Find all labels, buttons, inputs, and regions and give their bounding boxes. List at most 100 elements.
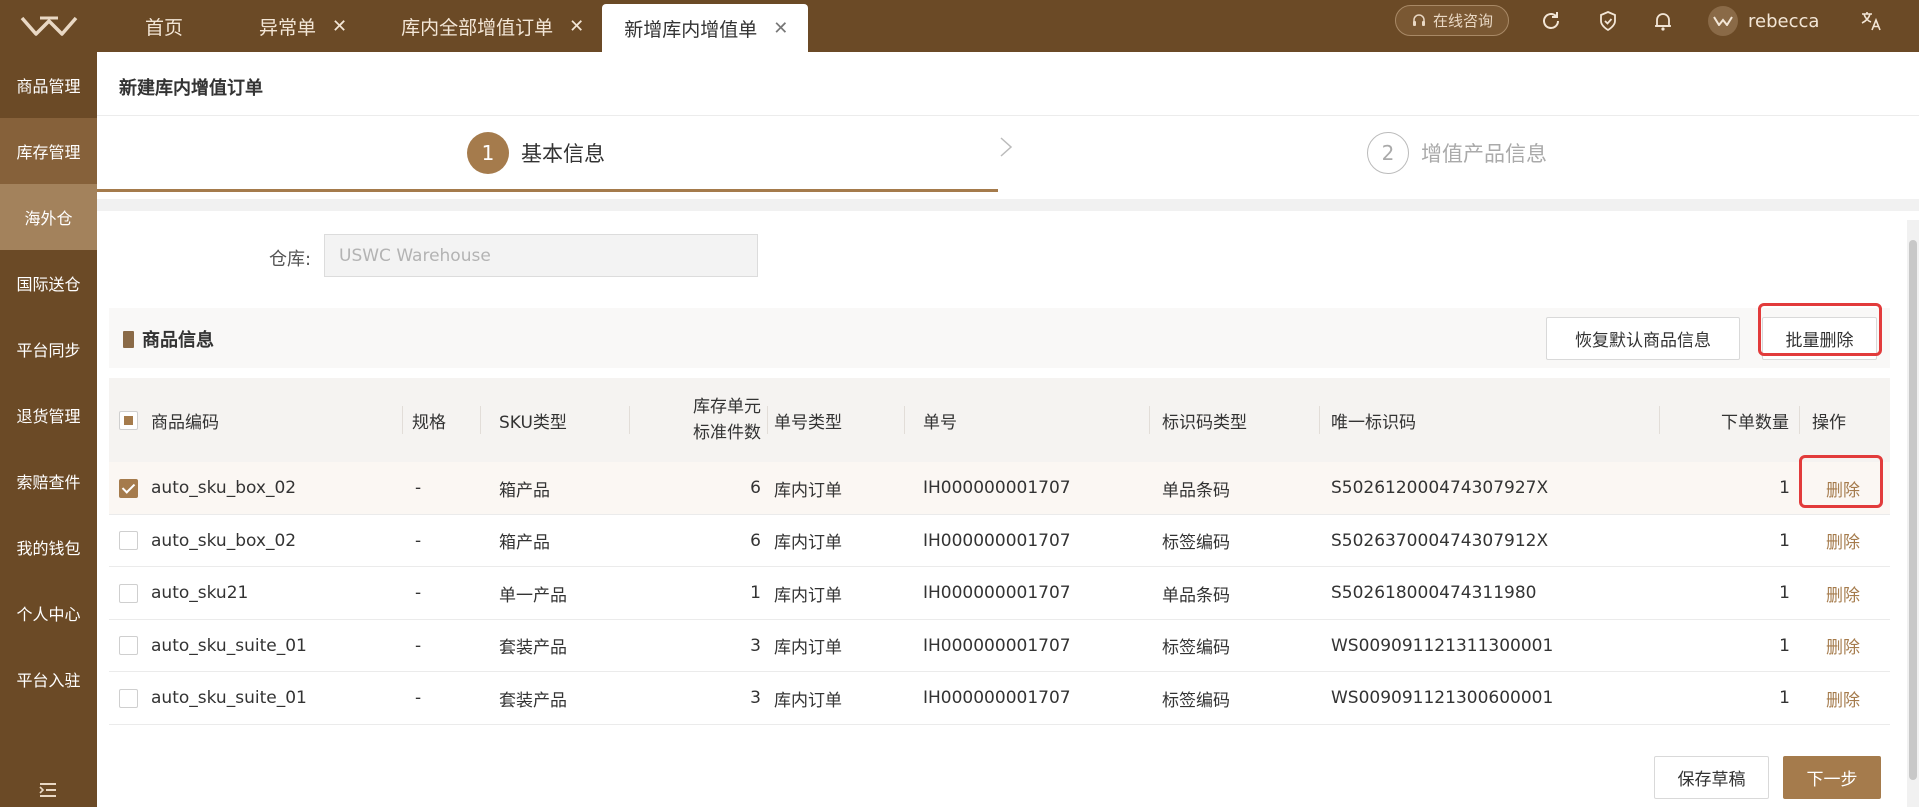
cell-order-no: IH000000001707 xyxy=(923,688,1071,708)
column-separator xyxy=(1319,406,1320,434)
step-basic-info[interactable]: 1 基本信息 xyxy=(467,132,605,174)
active-step-indicator xyxy=(97,189,998,192)
checkbox[interactable] xyxy=(119,410,138,430)
delete-row-link[interactable]: 删除 xyxy=(1826,620,1860,672)
step-vas-product-info[interactable]: 2 增值产品信息 xyxy=(1367,132,1547,174)
row-checkbox[interactable] xyxy=(119,531,138,550)
row-checkbox-cell[interactable] xyxy=(119,672,138,724)
cell-std-qty: 6 xyxy=(750,530,761,551)
sidebar-item-label: 退货管理 xyxy=(16,407,81,426)
collapse-menu-icon[interactable] xyxy=(38,782,58,803)
page-title: 新建库内增值订单 xyxy=(119,78,263,99)
cell-id-type: 单品条码 xyxy=(1162,585,1230,606)
sidebar: 商品管理 库存管理 海外仓 国际送仓 平台同步 退货管理 索赔查件 我的钱包 个… xyxy=(0,52,97,807)
delete-row-link[interactable]: 删除 xyxy=(1826,515,1860,567)
online-consult-button[interactable]: 在线咨询 xyxy=(1395,5,1509,36)
book-icon xyxy=(123,330,134,348)
cell-qty: 1 xyxy=(1779,635,1790,656)
row-checkbox-cell[interactable] xyxy=(119,462,138,514)
col-header-std-qty: 库存单元 标准件数 xyxy=(629,378,761,462)
cell-spec: - xyxy=(415,530,422,551)
tab-home[interactable]: 首页 xyxy=(97,0,223,52)
row-checkbox[interactable] xyxy=(119,688,138,708)
table-row[interactable]: auto_sku_box_02 - 箱产品 6 库内订单 IH000000001707 单品… xyxy=(109,462,1890,515)
table-row[interactable]: auto_sku_box_02 - 箱产品 6 库内订单 IH000000001707 标签… xyxy=(109,514,1890,567)
sidebar-item-claims[interactable]: 索赔查件 xyxy=(0,448,97,514)
select-all-checkbox[interactable] xyxy=(119,378,138,462)
row-checkbox-cell[interactable] xyxy=(119,515,138,567)
cell-qty: 1 xyxy=(1779,530,1790,551)
warehouse-field[interactable]: USWC Warehouse xyxy=(324,234,758,277)
chevron-right-icon xyxy=(1000,137,1013,157)
sidebar-item-platform-onboarding[interactable]: 平台入驻 xyxy=(0,646,97,712)
cell-spec: - xyxy=(415,478,422,498)
cell-qty: 1 xyxy=(1779,688,1790,708)
restore-default-button[interactable]: 恢复默认商品信息 xyxy=(1546,317,1740,360)
logo[interactable] xyxy=(0,0,97,52)
consult-label: 在线咨询 xyxy=(1432,12,1493,30)
cell-sku-type: 单一产品 xyxy=(499,585,567,606)
cell-unique-id: S502637000474307912X xyxy=(1331,530,1549,551)
vertical-scrollbar[interactable] xyxy=(1907,220,1919,807)
close-icon[interactable]: ✕ xyxy=(773,18,788,39)
table-row[interactable]: auto_sku_suite_01 - 套装产品 3 库内订单 IH00000000170… xyxy=(109,672,1890,725)
cell-std-qty: 6 xyxy=(750,478,761,498)
translate-icon[interactable] xyxy=(1859,9,1883,33)
cell-id-type: 标签编码 xyxy=(1162,638,1230,658)
avatar xyxy=(1708,6,1738,36)
cell-code: auto_sku_suite_01 xyxy=(151,688,307,708)
step-label: 基本信息 xyxy=(521,142,605,166)
row-checkbox[interactable] xyxy=(119,478,138,498)
table-row[interactable]: auto_sku21 - 单一产品 1 库内订单 IH000000001707 单品条码 S5… xyxy=(109,567,1890,620)
row-checkbox-cell[interactable] xyxy=(119,567,138,619)
sidebar-item-profile[interactable]: 个人中心 xyxy=(0,580,97,646)
user-menu[interactable]: rebecca xyxy=(1708,4,1819,38)
tab-all-vas-orders[interactable]: 库内全部增值订单 ✕ xyxy=(365,0,602,52)
col-header-unique-id: 唯一标识码 xyxy=(1331,412,1416,433)
col-header-order-no: 单号 xyxy=(923,412,957,433)
delete-row-link[interactable]: 删除 xyxy=(1826,567,1860,619)
col-header-id-type: 标识码类型 xyxy=(1162,412,1247,433)
sidebar-item-inventory[interactable]: 库存管理 xyxy=(0,118,97,184)
refresh-icon[interactable] xyxy=(1539,9,1563,33)
sidebar-item-products[interactable]: 商品管理 xyxy=(0,52,97,118)
product-table: 商品编码 规格 SKU类型 库存单元 标准件数 单号类型 单号 标识码类型 唯一… xyxy=(109,378,1890,777)
sidebar-item-overseas-warehouse[interactable]: 海外仓 xyxy=(0,184,97,250)
sidebar-item-international-shipping[interactable]: 国际送仓 xyxy=(0,250,97,316)
close-icon[interactable]: ✕ xyxy=(332,16,347,37)
scrollbar-thumb[interactable] xyxy=(1909,240,1917,780)
bell-icon[interactable] xyxy=(1651,9,1675,33)
brand-logo-icon xyxy=(20,16,77,36)
cell-order-no: IH000000001707 xyxy=(923,635,1071,656)
sidebar-item-platform-sync[interactable]: 平台同步 xyxy=(0,316,97,382)
sidebar-item-label: 索赔查件 xyxy=(16,473,81,492)
table-header: 商品编码 规格 SKU类型 库存单元 标准件数 单号类型 单号 标识码类型 唯一… xyxy=(109,378,1890,462)
cell-id-type: 标签编码 xyxy=(1162,690,1230,711)
delete-row-link[interactable]: 删除 xyxy=(1826,672,1860,724)
tab-exceptions[interactable]: 异常单 ✕ xyxy=(223,0,365,52)
cell-order-type: 库内订单 xyxy=(774,533,842,553)
cell-id-type: 单品条码 xyxy=(1162,480,1230,501)
row-checkbox[interactable] xyxy=(119,583,138,603)
column-separator xyxy=(1799,406,1800,434)
close-icon[interactable]: ✕ xyxy=(569,16,584,37)
cell-std-qty: 3 xyxy=(750,688,761,708)
main-content: 新建库内增值订单 1 基本信息 2 增值产品信息 仓库: USWC Wareho… xyxy=(97,52,1919,807)
col-header-std-qty-line2: 标准件数 xyxy=(693,423,761,443)
tab-label: 异常单 xyxy=(259,16,317,39)
shield-icon[interactable] xyxy=(1596,9,1620,33)
tab-new-vas-order[interactable]: 新增库内增值单 ✕ xyxy=(602,4,809,52)
next-step-button[interactable]: 下一步 xyxy=(1783,756,1881,799)
sidebar-item-label: 我的钱包 xyxy=(16,539,81,558)
save-draft-button[interactable]: 保存草稿 xyxy=(1654,756,1769,799)
cell-unique-id: WS009091121311300001 xyxy=(1331,635,1554,656)
col-header-order-type: 单号类型 xyxy=(774,412,842,433)
column-separator xyxy=(904,406,905,434)
table-row[interactable]: auto_sku_suite_01 - 套装产品 3 库内订单 IH00000000170… xyxy=(109,619,1890,672)
cell-code: auto_sku_suite_01 xyxy=(151,635,307,656)
section-title: 商品信息 xyxy=(123,326,214,352)
sidebar-item-wallet[interactable]: 我的钱包 xyxy=(0,514,97,580)
sidebar-item-returns[interactable]: 退货管理 xyxy=(0,382,97,448)
row-checkbox-cell[interactable] xyxy=(119,620,138,672)
row-checkbox[interactable] xyxy=(119,636,138,655)
